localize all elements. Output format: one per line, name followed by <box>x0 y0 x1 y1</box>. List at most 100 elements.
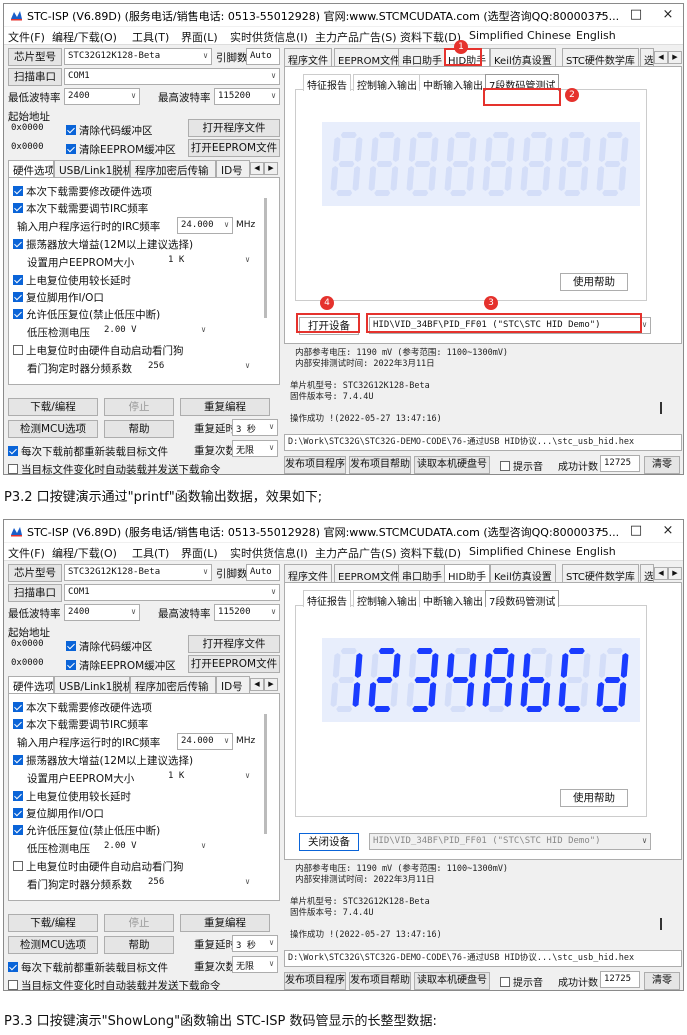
menu-file[interactable]: 文件(F) <box>8 545 45 561</box>
subtab-control-io[interactable]: 控制输入输出 <box>353 74 421 92</box>
tab-encrypt[interactable]: 程序加密后传输 <box>130 676 216 693</box>
chip-model-select[interactable]: STC32G12K128-Beta ∨ <box>64 48 212 65</box>
publish-help-button[interactable]: 发布项目帮助 <box>349 972 411 990</box>
repeat-program-button[interactable]: 重复编程 <box>180 398 270 416</box>
menu-interface[interactable]: 界面(L) <box>181 29 218 45</box>
irc-select[interactable]: 24.000 ∨ <box>177 217 233 234</box>
eeprom-address-field[interactable]: 0x0000 <box>8 656 62 673</box>
tab-id[interactable]: ID号 <box>216 676 250 693</box>
rtab-scroll-left-icon[interactable]: ◀ <box>654 567 668 580</box>
menu-tools[interactable]: 工具(T) <box>132 29 169 45</box>
tab-usb-offline[interactable]: USB/Link1脱机 <box>54 676 130 693</box>
beep-checkbox[interactable]: 提示音 <box>500 974 543 989</box>
tab-scroll-left-icon[interactable]: ◀ <box>250 678 264 691</box>
usage-help-button[interactable]: 使用帮助 <box>560 789 628 807</box>
auto-send-checkbox[interactable]: 当目标文件变化时自动装载并发送下载命令 <box>8 462 221 474</box>
menu-products[interactable]: 主力产品广告(S) <box>315 29 397 45</box>
menu-tools[interactable]: 工具(T) <box>132 545 169 561</box>
close-button[interactable]: × <box>650 521 683 541</box>
pins-select[interactable]: Auto <box>246 564 280 581</box>
eeprom-address-field[interactable]: 0x0000 <box>8 140 62 157</box>
wdt-select[interactable]: 256 ∨ <box>145 359 253 376</box>
pins-select[interactable]: Auto <box>246 48 280 65</box>
menu-chinese[interactable]: Simplified Chinese <box>469 545 571 558</box>
repeat-delay-select[interactable]: 3 秒 ∨ <box>232 935 278 952</box>
tab-hid-helper[interactable]: HID助手 <box>444 564 491 583</box>
menu-program[interactable]: 编程/下载(O) <box>52 29 117 45</box>
tab-math-lib[interactable]: STC硬件数学库 <box>562 48 639 67</box>
download-button[interactable]: 下载/编程 <box>8 914 98 932</box>
open-eeprom-button[interactable]: 打开EEPROM文件 <box>188 655 280 673</box>
min-baud-select[interactable]: 2400 ∨ <box>64 88 140 105</box>
clear-eeprom-checkbox[interactable]: 清除EEPROM缓冲区 <box>66 142 176 157</box>
chip-model-select[interactable]: STC32G12K128-Beta ∨ <box>64 564 212 581</box>
menu-program[interactable]: 编程/下载(O) <box>52 545 117 561</box>
minimize-button[interactable]: – <box>582 5 618 25</box>
open-eeprom-button[interactable]: 打开EEPROM文件 <box>188 139 280 157</box>
opt-wdt-checkbox[interactable]: 上电复位时由硬件自动启动看门狗 <box>13 343 184 358</box>
usage-help-button[interactable]: 使用帮助 <box>560 273 628 291</box>
tab-scroll-left-icon[interactable]: ◀ <box>250 162 264 175</box>
opt-lowvolt-checkbox[interactable]: 允许低压复位(禁止低压中断) <box>13 307 160 322</box>
clear-eeprom-checkbox[interactable]: 清除EEPROM缓冲区 <box>66 658 176 673</box>
tab-serial-helper[interactable]: 串口助手 <box>398 48 446 67</box>
code-address-field[interactable]: 0x0000 <box>8 637 62 654</box>
opt-wdt-checkbox[interactable]: 上电复位时由硬件自动启动看门狗 <box>13 859 184 874</box>
subtab-7seg-test[interactable]: 7段数码管测试 <box>485 590 560 608</box>
download-button[interactable]: 下载/编程 <box>8 398 98 416</box>
help-button[interactable]: 帮助 <box>104 936 174 954</box>
code-address-field[interactable]: 0x0000 <box>8 121 62 138</box>
menu-supply[interactable]: 实时供货信息(I) <box>230 545 308 561</box>
tab-eeprom-file[interactable]: EEPROM文件 <box>334 48 405 67</box>
repeat-count-select[interactable]: 无限 ∨ <box>232 956 278 973</box>
read-disk-button[interactable]: 读取本机硬盘号 <box>414 456 490 474</box>
repeat-count-select[interactable]: 无限 ∨ <box>232 440 278 457</box>
lowvolt-select[interactable]: 2.00 V ∨ <box>101 323 209 340</box>
rtab-scroll-left-icon[interactable]: ◀ <box>654 51 668 64</box>
close-button[interactable]: × <box>650 5 683 25</box>
clear-code-checkbox[interactable]: 清除代码缓冲区 <box>66 123 153 138</box>
read-disk-button[interactable]: 读取本机硬盘号 <box>414 972 490 990</box>
scan-port-button[interactable]: 扫描串口 <box>8 68 62 86</box>
opt-modify-checkbox[interactable]: 本次下载需要修改硬件选项 <box>13 184 152 199</box>
tab-keil-settings[interactable]: Keil仿真设置 <box>490 564 556 583</box>
tab-id[interactable]: ID号 <box>216 160 250 177</box>
file-path-field[interactable]: D:\Work\STC32G\STC32G-DEMO-CODE\76-通过USB… <box>284 950 682 967</box>
file-path-field[interactable]: D:\Work\STC32G\STC32G-DEMO-CODE\76-通过USB… <box>284 434 682 451</box>
tab-hardware-options[interactable]: 硬件选项 <box>8 676 54 693</box>
opt-amp-checkbox[interactable]: 振荡器放大增益(12M以上建议选择) <box>13 237 193 252</box>
clear-count-button[interactable]: 清零 <box>644 456 680 474</box>
opt-irc-checkbox[interactable]: 本次下载需要调节IRC频率 <box>13 201 148 216</box>
max-baud-select[interactable]: 115200 ∨ <box>214 604 280 621</box>
menu-download[interactable]: 资料下载(D) <box>400 29 461 45</box>
subtab-feature-report[interactable]: 特征报告 <box>303 590 351 608</box>
tab-more[interactable]: 选 <box>640 564 654 582</box>
detect-mcu-button[interactable]: 检测MCU选项 <box>8 420 98 438</box>
rtab-scroll-right-icon[interactable]: ▶ <box>668 567 682 580</box>
menu-interface[interactable]: 界面(L) <box>181 545 218 561</box>
opt-resetpin-checkbox[interactable]: 复位脚用作I/O口 <box>13 806 104 821</box>
subtab-interrupt-io[interactable]: 中断输入输出 <box>419 74 487 92</box>
port-select[interactable]: COM1 ∨ <box>64 584 280 601</box>
help-button[interactable]: 帮助 <box>104 420 174 438</box>
tab-scroll-right-icon[interactable]: ▶ <box>264 162 278 175</box>
menu-supply[interactable]: 实时供货信息(I) <box>230 29 308 45</box>
tab-eeprom-file[interactable]: EEPROM文件 <box>334 564 405 583</box>
tab-encrypt[interactable]: 程序加密后传输 <box>130 160 216 177</box>
wdt-select[interactable]: 256 ∨ <box>145 875 253 892</box>
clear-code-checkbox[interactable]: 清除代码缓冲区 <box>66 639 153 654</box>
rtab-scroll-right-icon[interactable]: ▶ <box>668 51 682 64</box>
reload-checkbox[interactable]: 每次下载前都重新装载目标文件 <box>8 960 168 975</box>
reload-checkbox[interactable]: 每次下载前都重新装载目标文件 <box>8 444 168 459</box>
eeprom-size-select[interactable]: 1 K ∨ <box>165 253 253 270</box>
menu-english[interactable]: English <box>576 545 616 558</box>
opt-irc-checkbox[interactable]: 本次下载需要调节IRC频率 <box>13 717 148 732</box>
info-scrollbar[interactable] <box>660 402 662 414</box>
repeat-program-button[interactable]: 重复编程 <box>180 914 270 932</box>
beep-checkbox[interactable]: 提示音 <box>500 458 543 473</box>
options-scrollbar[interactable] <box>264 198 267 318</box>
opt-longdelay-checkbox[interactable]: 上电复位使用较长延时 <box>13 273 131 288</box>
subtab-control-io[interactable]: 控制输入输出 <box>353 590 421 608</box>
menu-english[interactable]: English <box>576 29 616 42</box>
tab-scroll-right-icon[interactable]: ▶ <box>264 678 278 691</box>
